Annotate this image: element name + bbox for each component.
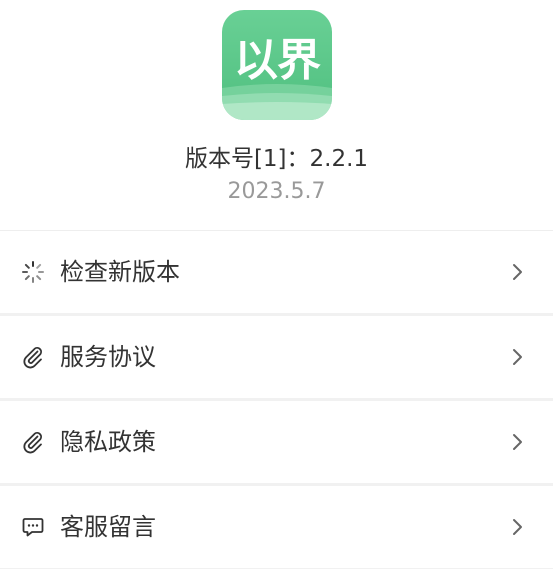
chevron-right-icon — [510, 347, 526, 367]
settings-menu: 检查新版本 服务协议 隐私政策 客服留言 — [0, 231, 553, 569]
loading-spinner-icon — [21, 260, 45, 284]
menu-item-label: 服务协议 — [60, 343, 156, 371]
menu-item-label: 检查新版本 — [60, 258, 180, 286]
menu-item-label: 隐私政策 — [60, 428, 156, 456]
about-page: 以界 版本号[1]：2.2.1 2023.5.7 检查新版本 服务协议 隐私政策… — [0, 0, 553, 569]
release-date: 2023.5.7 — [227, 179, 326, 204]
paperclip-icon — [21, 345, 45, 369]
paperclip-icon — [21, 430, 45, 454]
chevron-right-icon — [510, 432, 526, 452]
version-label: 版本号[1]：2.2.1 — [184, 146, 369, 172]
chevron-right-icon — [510, 517, 526, 537]
menu-item-service-agreement[interactable]: 服务协议 — [0, 316, 553, 401]
app-logo: 以界 — [222, 10, 332, 120]
menu-item-privacy-policy[interactable]: 隐私政策 — [0, 401, 553, 486]
chat-bubble-icon — [21, 515, 45, 539]
logo-text: 以界 — [234, 35, 321, 86]
menu-item-label: 客服留言 — [60, 513, 156, 541]
chevron-right-icon — [510, 262, 526, 282]
menu-item-check-update[interactable]: 检查新版本 — [0, 231, 553, 316]
app-info-header: 以界 版本号[1]：2.2.1 2023.5.7 — [0, 0, 553, 231]
menu-item-customer-service[interactable]: 客服留言 — [0, 486, 553, 569]
